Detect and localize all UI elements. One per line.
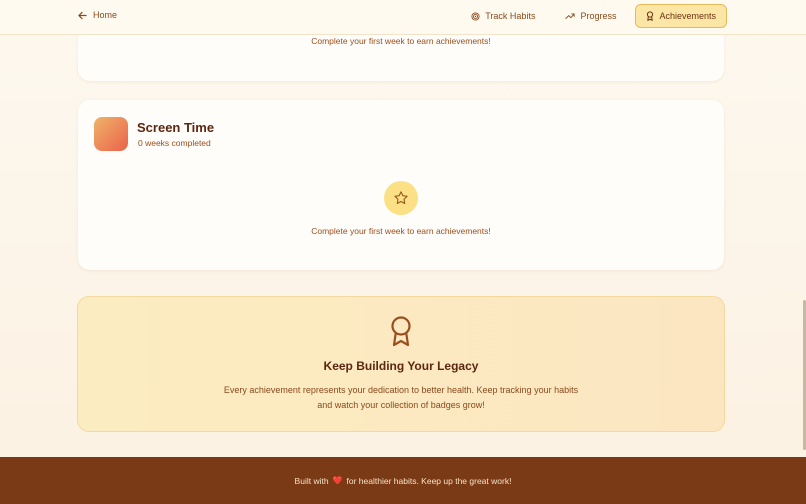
top-navigation-bar: Home Track Habits Progress Achievements [0, 0, 806, 35]
legacy-title: Keep Building Your Legacy [323, 359, 479, 373]
home-label: Home [93, 10, 118, 20]
home-link[interactable]: Home [78, 10, 117, 20]
progress-label: Progress [580, 11, 617, 21]
habit-title: Screen Time [137, 120, 215, 135]
target-icon [471, 11, 480, 21]
footer-prefix: Built with [294, 475, 329, 486]
achievements-label: Achievements [659, 11, 716, 21]
award-ribbon-icon [391, 316, 411, 347]
footer-suffix: for healthier habits. Keep up the great … [346, 475, 512, 486]
empty-achievements-message: Complete your first week to earn achieve… [311, 36, 491, 46]
star-icon [384, 181, 418, 215]
award-icon [647, 11, 654, 21]
page-footer: Built with ❤️ for healthier habits. Keep… [0, 457, 806, 504]
arrow-left-icon [78, 11, 87, 19]
habit-weeks-completed: 0 weeks completed [138, 138, 211, 148]
empty-achievements-message: Complete your first week to earn achieve… [311, 226, 491, 236]
habit-card-screen-time: Screen Time 0 weeks completed Complete y… [78, 100, 724, 270]
legacy-banner: Keep Building Your Legacy Every achievem… [77, 296, 725, 432]
nav-achievements[interactable]: Achievements [635, 4, 727, 28]
heart-icon: ❤️ [332, 476, 343, 485]
legacy-description: Every achievement represents your dedica… [223, 385, 579, 410]
trending-up-icon [565, 13, 576, 19]
habit-color-icon [94, 117, 128, 151]
nav-progress[interactable]: Progress [554, 4, 627, 28]
nav-track-habits[interactable]: Track Habits [460, 4, 546, 28]
track-habits-label: Track Habits [485, 11, 536, 21]
